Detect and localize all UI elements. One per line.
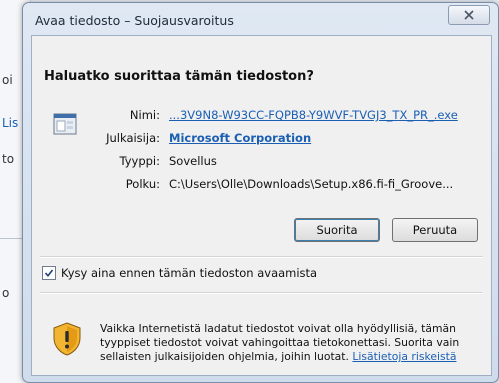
dialog-titlebar[interactable]: Avaa tiedosto – Suojausvaroitus xyxy=(23,3,498,37)
warning-message: Vaikka Internetistä ladatut tiedostot vo… xyxy=(100,322,470,364)
always-ask-label: Kysy aina ennen tämän tiedoston avaamist… xyxy=(61,266,318,280)
cancel-button[interactable]: Peruuta xyxy=(392,218,478,242)
learn-more-link[interactable]: Lisätietoja riskeistä xyxy=(352,350,456,363)
background-text: o xyxy=(2,286,10,300)
background-link[interactable]: Lis xyxy=(2,116,18,130)
dialog-content: Haluatko suorittaa tämän tiedoston? Nimi… xyxy=(31,35,492,376)
background-text: to xyxy=(2,152,15,166)
security-shield-icon xyxy=(53,322,81,356)
type-value: Sovellus xyxy=(169,154,217,168)
path-label: Polku: xyxy=(125,177,160,191)
always-ask-option[interactable]: Kysy aina ennen tämän tiedoston avaamist… xyxy=(42,266,317,280)
always-ask-checkbox[interactable] xyxy=(42,266,56,280)
close-button[interactable] xyxy=(448,5,490,25)
run-button[interactable]: Suorita xyxy=(294,218,380,242)
divider xyxy=(40,256,483,258)
path-value: C:\Users\Olle\Downloads\Setup.x86.fi-fi_… xyxy=(169,177,454,191)
name-label: Nimi: xyxy=(129,108,160,122)
type-label: Tyyppi: xyxy=(119,154,160,168)
file-name-link[interactable]: ...3V9N8-W93CC-FQPB8-Y9WVF-TVGJ3_TX_PR_.… xyxy=(169,108,458,122)
security-warning-dialog: Avaa tiedosto – Suojausvaroitus Haluatko… xyxy=(22,2,499,383)
publisher-label: Julkaisija: xyxy=(106,131,160,145)
divider xyxy=(40,292,483,294)
background-text: oi xyxy=(2,73,13,87)
publisher-link[interactable]: Microsoft Corporation xyxy=(169,131,311,145)
dialog-heading: Haluatko suorittaa tämän tiedoston? xyxy=(44,69,314,84)
checkmark-icon xyxy=(44,269,54,278)
close-icon xyxy=(464,10,474,20)
dialog-title: Avaa tiedosto – Suojausvaroitus xyxy=(35,13,234,28)
warning-panel: Vaikka Internetistä ladatut tiedostot vo… xyxy=(32,298,491,375)
